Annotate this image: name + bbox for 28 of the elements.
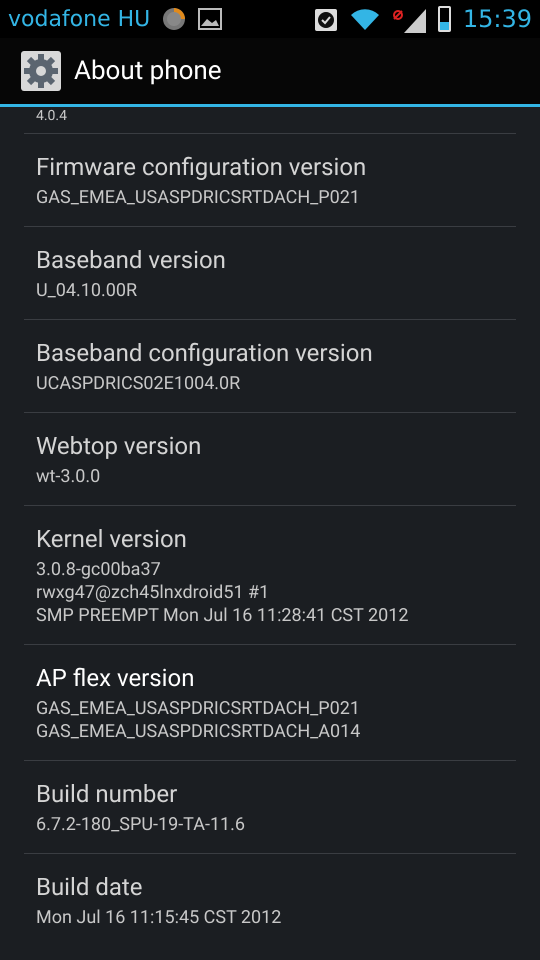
setting-summary: 4.0.4 (36, 107, 68, 125)
screen-title: About phone (74, 54, 222, 88)
alarm-clock-icon (314, 6, 338, 32)
wifi-icon (350, 7, 380, 31)
setting-title: Baseband configuration version (36, 338, 374, 368)
setting-title: AP flex version (36, 663, 196, 693)
setting-summary: wt-3.0.0 (36, 465, 102, 488)
setting-title: Webtop version (36, 431, 202, 461)
setting-summary: U_04.10.00R (36, 279, 138, 302)
setting-summary: SMP PREEMPT Mon Jul 16 11:28:41 CST 2012 (36, 604, 410, 627)
carrier-name: vodafone HU (8, 6, 150, 34)
setting-summary: rwxg47@zch45lnxdroid51 #1 (36, 581, 270, 604)
setting-summary: GAS_EMEA_USASPDRICSRTDACH_P021 (36, 186, 361, 209)
setting-summary: 6.7.2-180_SPU-19-TA-11.6 (36, 813, 246, 836)
setting-summary: GAS_EMEA_USASPDRICSRTDACH_P021 (36, 697, 361, 720)
setting-title: Baseband version (36, 245, 227, 275)
setting-summary: Mon Jul 16 11:15:45 CST 2012 (36, 906, 282, 929)
setting-summary: GAS_EMEA_USASPDRICSRTDACH_A014 (36, 720, 362, 743)
settings-icon[interactable] (20, 50, 62, 92)
setting-summary: UCASPDRICS02E1004.0R (36, 372, 242, 395)
timer-icon (162, 7, 186, 31)
setting-title: Build date (36, 872, 144, 902)
setting-title: Firmware configuration version (36, 152, 368, 182)
clock-time: 15:39 (462, 4, 532, 35)
setting-summary: 3.0.8-gc00ba37 (36, 558, 162, 581)
setting-title: Kernel version (36, 524, 188, 554)
image-icon (198, 8, 222, 30)
setting-title: Build number (36, 779, 178, 809)
